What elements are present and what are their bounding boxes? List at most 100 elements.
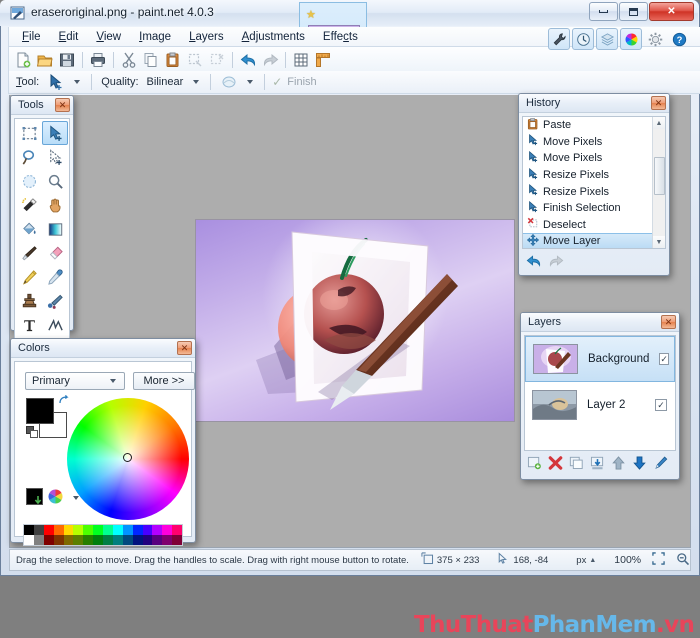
pan-tool[interactable] <box>42 193 68 217</box>
sampling-icon[interactable] <box>218 71 240 93</box>
undo-button[interactable] <box>526 254 541 271</box>
layer-row[interactable]: Layer 2 ✓ <box>525 382 675 428</box>
print-icon[interactable] <box>87 49 109 71</box>
palette-dropdown-caret-icon[interactable] <box>73 496 79 500</box>
crop-to-selection-icon[interactable] <box>184 49 206 71</box>
clone-stamp-tool[interactable] <box>16 289 42 313</box>
layer-visibility-checkbox[interactable]: ✓ <box>655 399 667 411</box>
history-item[interactable]: Finish Selection <box>523 200 652 217</box>
tool-dropdown-caret-icon[interactable] <box>74 80 81 84</box>
deselect-all-icon[interactable] <box>206 49 228 71</box>
minimize-button[interactable] <box>589 2 618 21</box>
history-scrollbar[interactable]: ▲ ▼ <box>652 117 665 248</box>
eraser-tool[interactable] <box>42 241 68 265</box>
text-tool[interactable] <box>16 313 42 337</box>
history-item[interactable]: Resize Pixels <box>523 167 652 184</box>
palette-row-dark[interactable] <box>24 535 182 545</box>
recolor-tool[interactable] <box>42 289 68 313</box>
settings-button[interactable] <box>644 28 666 50</box>
save-icon[interactable] <box>56 49 78 71</box>
tools-panel-close-icon[interactable]: ✕ <box>55 98 70 112</box>
palette-menu-icon[interactable] <box>47 488 64 508</box>
canvas-image[interactable] <box>196 220 514 421</box>
paintbrush-tool[interactable] <box>16 241 42 265</box>
palette-row-light[interactable] <box>24 525 182 535</box>
rulers-icon[interactable] <box>312 49 334 71</box>
finish-button[interactable]: Finish <box>287 76 316 88</box>
layers-window-button[interactable] <box>596 28 618 50</box>
add-to-palette-icon[interactable] <box>33 495 43 508</box>
tools-window-button[interactable] <box>548 28 570 50</box>
sampling-dropdown-caret-icon[interactable] <box>247 80 254 84</box>
grid-icon[interactable] <box>290 49 312 71</box>
copy-icon[interactable] <box>140 49 162 71</box>
open-icon[interactable] <box>34 49 56 71</box>
redo-button[interactable] <box>549 254 564 271</box>
history-window-button[interactable] <box>572 28 594 50</box>
ellipse-select-tool[interactable] <box>16 169 42 193</box>
history-item[interactable]: Paste <box>523 117 652 134</box>
move-layer-up-button[interactable] <box>611 455 626 473</box>
maximize-button[interactable] <box>619 2 648 21</box>
menu-view[interactable]: View <box>87 29 130 45</box>
scroll-down-icon[interactable]: ▼ <box>653 236 665 248</box>
merge-layer-down-button[interactable] <box>590 456 605 473</box>
move-selection-tool[interactable] <box>42 145 68 169</box>
quality-dropdown-caret-icon[interactable] <box>193 80 200 84</box>
lasso-select-tool[interactable] <box>16 145 42 169</box>
menu-effects[interactable]: Effects <box>314 29 367 45</box>
reset-colors-icon[interactable] <box>26 426 39 442</box>
history-item[interactable]: Move Pixels <box>523 150 652 167</box>
history-item[interactable]: Resize Pixels <box>523 183 652 200</box>
delete-layer-button[interactable] <box>548 455 563 473</box>
help-button[interactable]: ? <box>668 28 690 50</box>
colors-panel-header[interactable]: Colors ✕ <box>11 339 195 358</box>
units-group[interactable]: px ▲ <box>576 555 596 566</box>
primary-color-swatch[interactable] <box>26 398 54 424</box>
quality-value[interactable]: Bilinear <box>147 76 184 88</box>
menu-layers[interactable]: Layers <box>180 29 233 45</box>
menu-adjustments[interactable]: Adjustments <box>233 29 314 45</box>
layers-panel-header[interactable]: Layers ✕ <box>521 313 679 332</box>
undo-icon[interactable] <box>237 49 259 71</box>
layer-visibility-checkbox[interactable]: ✓ <box>659 353 669 365</box>
new-icon[interactable] <box>12 49 34 71</box>
tools-panel-header[interactable]: Tools ✕ <box>11 96 73 115</box>
close-button[interactable]: ✕ <box>649 2 694 21</box>
layer-properties-button[interactable] <box>653 455 668 473</box>
move-layer-down-button[interactable] <box>632 455 647 473</box>
paint-bucket-tool[interactable] <box>16 217 42 241</box>
swap-colors-icon[interactable] <box>58 394 70 410</box>
scrollbar-thumb[interactable] <box>654 157 665 195</box>
more-button[interactable]: More >> <box>133 372 195 390</box>
colors-window-button[interactable] <box>620 28 642 50</box>
scroll-up-icon[interactable]: ▲ <box>653 117 665 129</box>
paste-icon[interactable] <box>162 49 184 71</box>
history-panel-header[interactable]: History ✕ <box>519 94 669 113</box>
layers-panel-close-icon[interactable]: ✕ <box>661 315 676 329</box>
units-caret-icon[interactable]: ▲ <box>589 557 596 564</box>
fit-to-window-icon[interactable] <box>652 552 665 568</box>
color-wheel-marker[interactable] <box>123 453 132 462</box>
cut-icon[interactable] <box>118 49 140 71</box>
colors-panel-close-icon[interactable]: ✕ <box>177 341 192 355</box>
zoom-tool[interactable] <box>42 169 68 193</box>
zoom-out-icon[interactable] <box>676 552 690 569</box>
magic-wand-tool[interactable] <box>16 193 42 217</box>
history-panel-close-icon[interactable]: ✕ <box>651 96 666 110</box>
add-layer-button[interactable] <box>527 456 542 473</box>
history-item[interactable]: Move Layer <box>523 233 652 248</box>
rectangle-select-tool[interactable] <box>16 121 42 145</box>
color-picker-tool[interactable] <box>42 265 68 289</box>
move-selected-pixels-icon[interactable] <box>45 71 67 93</box>
move-selected-tool[interactable] <box>42 121 68 145</box>
menu-image[interactable]: Image <box>130 29 180 45</box>
history-item[interactable]: Move Pixels <box>523 134 652 151</box>
layer-row[interactable]: Background ✓ <box>525 336 675 382</box>
menu-edit[interactable]: Edit <box>50 29 88 45</box>
line-curve-tool[interactable] <box>42 313 68 337</box>
gradient-tool[interactable] <box>42 217 68 241</box>
palette-swatches[interactable] <box>23 524 183 546</box>
duplicate-layer-button[interactable] <box>569 456 584 473</box>
color-target-select[interactable]: Primary <box>25 372 125 390</box>
